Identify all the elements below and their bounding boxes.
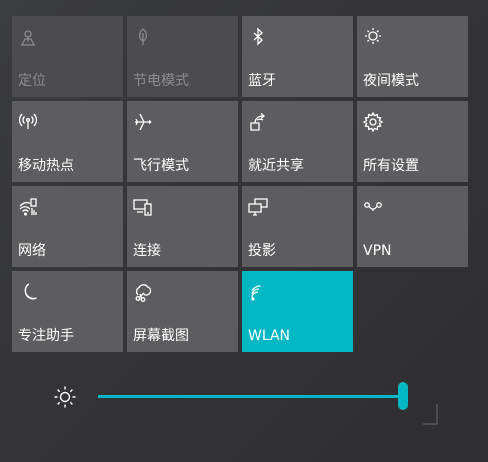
tile-label: 就近共享 (248, 158, 304, 174)
network-icon (17, 196, 39, 218)
bluetooth-icon (247, 26, 269, 48)
tile-label: 连接 (133, 243, 161, 259)
airplane-icon (132, 111, 154, 133)
resize-grip-icon (422, 403, 438, 425)
brightness-control (0, 370, 488, 430)
tile-battery-saver[interactable]: 节电模式 (127, 16, 238, 97)
vpn-icon (362, 196, 384, 218)
tile-label: 蓝牙 (248, 73, 276, 89)
tile-label: 网络 (18, 243, 46, 259)
tile-mobile-hotspot[interactable]: 移动热点 (12, 101, 123, 182)
tile-night-light[interactable]: 夜间模式 (357, 16, 468, 97)
tile-label: 专注助手 (18, 328, 74, 344)
tile-label: 所有设置 (363, 158, 419, 174)
tile-label: 飞行模式 (133, 158, 189, 174)
tile-nearby-share[interactable]: 就近共享 (242, 101, 353, 182)
quick-actions-grid: 定位 节电模式 蓝牙 夜间模式 移动热点 飞行模式 就近共享 所有设置 网络 连… (12, 16, 468, 352)
brightness-sun-icon (53, 385, 77, 409)
tile-label: 定位 (18, 73, 46, 89)
tile-screen-snip[interactable]: 屏幕截图 (127, 271, 238, 352)
tile-bluetooth[interactable]: 蓝牙 (242, 16, 353, 97)
action-center-quick-actions: 定位 节电模式 蓝牙 夜间模式 移动热点 飞行模式 就近共享 所有设置 网络 连… (0, 0, 488, 462)
tile-vpn[interactable]: VPN (357, 186, 468, 267)
nearby-share-icon (247, 111, 269, 133)
tile-label: 节电模式 (133, 73, 189, 89)
wifi-icon (247, 281, 269, 303)
tile-label: 夜间模式 (363, 73, 419, 89)
night-light-icon (362, 26, 384, 48)
tile-label: 屏幕截图 (133, 328, 189, 344)
tile-label: VPN (363, 243, 392, 259)
project-icon (247, 196, 269, 218)
mobile-hotspot-icon (17, 111, 39, 133)
tile-connect[interactable]: 连接 (127, 186, 238, 267)
tile-focus-assist[interactable]: 专注助手 (12, 271, 123, 352)
tile-all-settings[interactable]: 所有设置 (357, 101, 468, 182)
tile-project[interactable]: 投影 (242, 186, 353, 267)
tile-network[interactable]: 网络 (12, 186, 123, 267)
tile-wlan[interactable]: WLAN (242, 271, 353, 352)
brightness-slider-track[interactable] (98, 395, 403, 398)
tile-location[interactable]: 定位 (12, 16, 123, 97)
battery-saver-icon (132, 26, 154, 48)
connect-icon (132, 196, 154, 218)
tile-airplane-mode[interactable]: 飞行模式 (127, 101, 238, 182)
tile-label: 投影 (248, 243, 276, 259)
location-icon (17, 26, 39, 48)
screen-snip-icon (132, 281, 154, 303)
settings-gear-icon (362, 111, 384, 133)
brightness-slider-thumb[interactable] (398, 382, 408, 410)
tile-label: WLAN (248, 328, 291, 344)
focus-assist-moon-icon (17, 281, 39, 303)
tile-label: 移动热点 (18, 158, 74, 174)
